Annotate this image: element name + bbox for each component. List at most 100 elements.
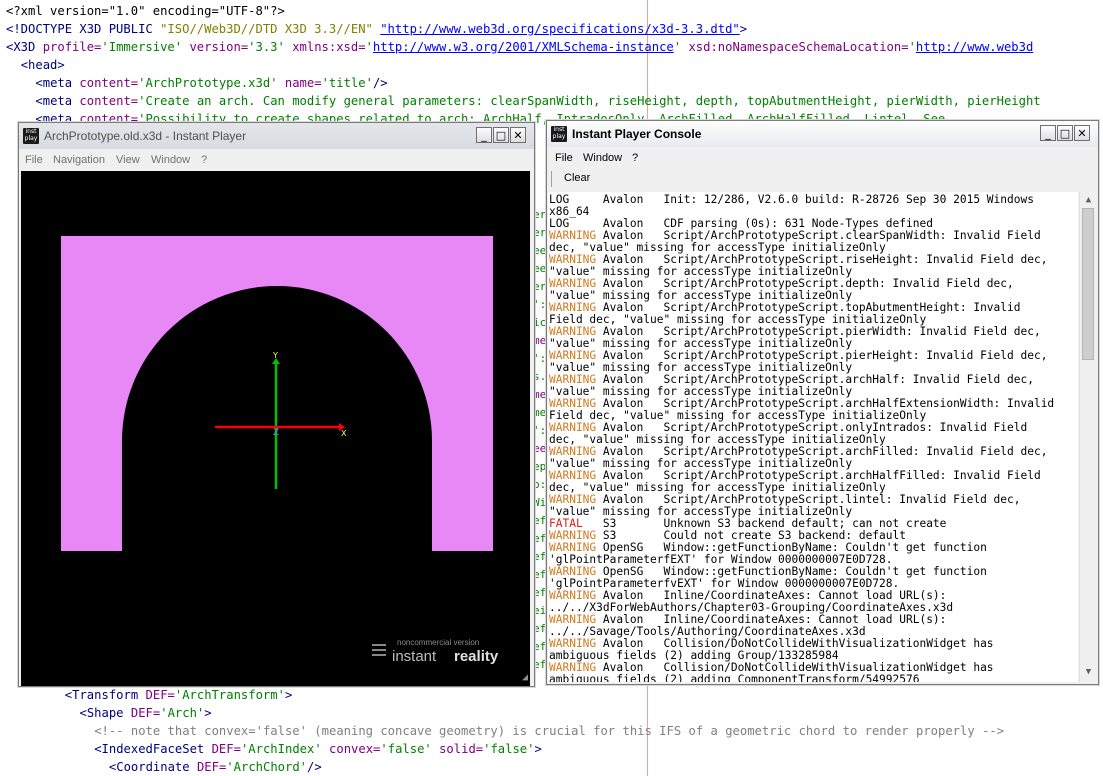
code-token: DEF= <box>145 688 175 702</box>
code-fragment: ef <box>533 532 547 545</box>
console-scrollbar[interactable]: ▲ ▼ <box>1079 192 1097 682</box>
code-token: content= <box>79 76 139 90</box>
scroll-down-arrow[interactable]: ▼ <box>1082 666 1095 679</box>
code-token: <!-- note that convex='false' (meaning c… <box>94 724 1005 738</box>
code-fragment: ef <box>533 568 547 581</box>
code-token: <Shape <box>79 706 131 720</box>
code-line: <X3D profile='Immersive' version='3.3' x… <box>6 38 1033 56</box>
code-token[interactable]: http://www.web3d <box>916 40 1033 54</box>
code-token: xmlns:xsd= <box>292 40 366 54</box>
code-token: 'Immersive' <box>101 40 190 54</box>
code-fragment: ei <box>533 604 547 617</box>
code-token: solid= <box>439 742 484 756</box>
code-token: 'ArchPrototype.x3d' <box>138 76 285 90</box>
scroll-up-arrow[interactable]: ▲ <box>1082 194 1095 207</box>
player-close-button[interactable]: ✕ <box>510 127 526 143</box>
log-message: Avalon Init: 12/286, V2.6.0 build: R-287… <box>602 193 1034 206</box>
code-fragment: ef <box>533 622 547 635</box>
code-line: <?xml version="1.0" encoding="UTF-8"?> <box>6 2 285 20</box>
console-log-output[interactable]: LOG Avalon Init: 12/286, V2.6.0 build: R… <box>548 192 1078 682</box>
scroll-thumb[interactable] <box>1082 208 1094 360</box>
console-window-title: Instant Player Console <box>572 127 702 141</box>
code-fragment: ef <box>533 550 547 563</box>
code-token: > <box>204 706 212 720</box>
code-token: 'Arch' <box>160 706 205 720</box>
player-menu-file[interactable]: File <box>25 153 43 167</box>
code-token: /> <box>372 76 388 90</box>
code-token: xsd:noNamespaceSchemaLocation= <box>688 40 909 54</box>
code-token: <Transform <box>64 688 146 702</box>
console-close-button[interactable]: ✕ <box>1074 125 1090 141</box>
instant-player-window[interactable]: inst play ArchPrototype.old.x3d - Instan… <box>18 122 535 687</box>
console-menu-file[interactable]: File <box>555 151 573 165</box>
code-line: <!DOCTYPE X3D PUBLIC "ISO//Web3D//DTD X3… <box>6 20 747 38</box>
code-token: DEF= <box>196 760 227 774</box>
code-token: <Coordinate <box>108 760 197 774</box>
console-minimize-button[interactable]: _ <box>1040 125 1056 141</box>
code-token: DEF= <box>211 742 241 756</box>
code-token: "ISO//Web3D//DTD X3D 3.3//EN" <box>160 22 381 36</box>
code-token[interactable]: "http://www.web3d.org/specifications/x3d… <box>380 22 740 36</box>
code-token: 'ArchIndex' <box>240 742 330 756</box>
code-fragment: Wi <box>533 496 547 509</box>
watermark-small-text: noncommercial version <box>397 638 479 647</box>
code-fragment: ': <box>533 352 547 365</box>
code-line: <meta content='ArchPrototype.x3d' name='… <box>35 74 387 92</box>
code-token: profile= <box>42 40 102 54</box>
code-token: > <box>739 22 748 36</box>
code-fragment: s. <box>533 370 547 383</box>
code-line: <IndexedFaceSet DEF='ArchIndex' convex='… <box>94 740 542 758</box>
console-titlebar[interactable]: inst play Instant Player Console _ □ ✕ <box>547 121 1098 147</box>
code-token: DEF= <box>130 706 161 720</box>
console-maximize-button[interactable]: □ <box>1057 125 1073 141</box>
player-menu-view[interactable]: View <box>116 153 140 167</box>
console-app-icon: inst play <box>551 126 567 142</box>
log-line: LOG Avalon Init: 12/286, V2.6.0 build: R… <box>549 194 1034 206</box>
log-line: ambiguous fields (2) adding ComponentTra… <box>549 674 919 683</box>
player-window-title: ArchPrototype.old.x3d - Instant Player <box>44 129 247 143</box>
code-token: <?xml version="1.0" encoding="UTF-8"?> <box>6 4 285 18</box>
code-token: <meta <box>35 94 80 108</box>
code-token: 'ArchTransform' <box>174 688 285 702</box>
console-menu-help[interactable]: ? <box>632 151 638 165</box>
code-token: name= <box>284 76 322 90</box>
console-menu-window[interactable]: Window <box>583 151 622 165</box>
player-menubar: File Navigation View Window ? <box>19 150 534 170</box>
x-axis-label: X <box>341 429 347 438</box>
code-fragment: ef <box>533 586 547 599</box>
instant-player-app-icon: inst play <box>23 128 39 144</box>
code-token: 'title' <box>321 76 373 90</box>
code-fragment: ': <box>533 424 547 437</box>
y-axis-label: Y <box>272 351 278 360</box>
code-token: content= <box>79 94 139 108</box>
scene-render: X Y Z noncommercial version instant real… <box>61 236 499 665</box>
code-line: <Transform DEF='ArchTransform'> <box>65 686 292 704</box>
player-menu-navigation[interactable]: Navigation <box>53 153 105 167</box>
clear-button[interactable]: Clear <box>564 171 590 185</box>
player-menu-window[interactable]: Window <box>151 153 190 167</box>
code-token: <meta <box>35 76 80 90</box>
code-token[interactable]: http://www.w3.org/2001/XMLSchema-instanc… <box>373 40 674 54</box>
code-token: <X3D <box>6 40 43 54</box>
code-token: 'false' <box>483 742 535 756</box>
code-line: <Coordinate DEF='ArchChord'/> <box>109 758 322 776</box>
code-token: ' <box>673 40 689 54</box>
code-token: convex= <box>329 742 381 756</box>
player-titlebar[interactable]: inst play ArchPrototype.old.x3d - Instan… <box>19 123 534 149</box>
3d-viewport[interactable]: X Y Z noncommercial version instant real… <box>21 171 530 686</box>
player-maximize-button[interactable]: □ <box>493 127 509 143</box>
player-menu-help[interactable]: ? <box>201 153 207 167</box>
code-fragment: ee <box>533 244 547 257</box>
code-fragment: ef <box>533 640 547 653</box>
z-axis-label: Z <box>273 428 279 438</box>
code-token: '3.3' <box>248 40 293 54</box>
code-token: ' <box>365 40 373 54</box>
code-fragment: er <box>533 208 547 221</box>
code-fragment: me <box>533 388 547 401</box>
player-resize-grip[interactable]: ◢ <box>518 671 532 685</box>
code-fragment: er <box>533 226 547 239</box>
console-window[interactable]: inst play Instant Player Console _ □ ✕ F… <box>546 120 1099 685</box>
code-fragment: ee <box>533 262 547 275</box>
code-fragment: p: <box>533 478 547 491</box>
player-minimize-button[interactable]: _ <box>476 127 492 143</box>
